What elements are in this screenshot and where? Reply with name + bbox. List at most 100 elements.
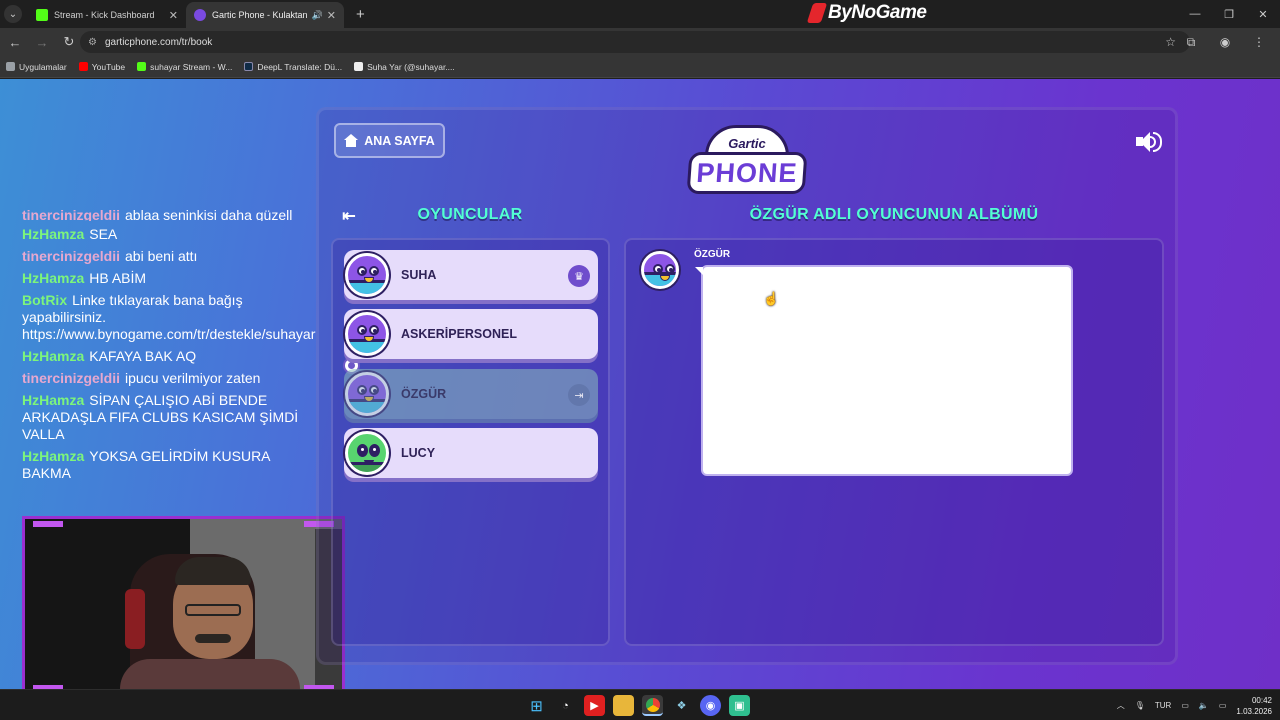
- chair-accent: [125, 589, 145, 649]
- player-name: ASKERİPERSONEL: [401, 327, 517, 341]
- streamer-mustache: [195, 634, 231, 643]
- tab-title: Gartic Phone - Kulaktan Kul: [212, 10, 308, 20]
- close-tab-icon[interactable]: ✕: [327, 9, 336, 22]
- restore-icon[interactable]: ❐: [1212, 0, 1246, 28]
- battery-icon[interactable]: ▭: [1219, 701, 1227, 710]
- player-card-askeripersonel[interactable]: ASKERİPERSONEL: [344, 309, 598, 359]
- kick-icon: [36, 9, 48, 21]
- chat-text: HB ABİM: [89, 270, 147, 286]
- bynogame-logo: ByNoGame: [806, 2, 927, 24]
- clock-date: 1.03.2026: [1236, 706, 1272, 716]
- extensions-icon[interactable]: ⧉: [1174, 28, 1208, 56]
- bookmark-apps[interactable]: Uygulamalar: [6, 62, 67, 72]
- display-icon[interactable]: ▭: [1181, 701, 1189, 710]
- toolbar-actions: ⧉ ◉ ⋮: [1174, 28, 1276, 56]
- hand-cursor-icon: ☝: [763, 291, 780, 306]
- player-card-lucy[interactable]: LUCY: [344, 428, 598, 478]
- chat-username: HzHamza: [22, 448, 85, 464]
- gartic-phone-page: tinercinizgeldii ablaa seninkisi daha güz…: [0, 79, 1280, 689]
- player-name: LUCY: [401, 446, 436, 460]
- close-window-icon[interactable]: ✕: [1246, 0, 1280, 28]
- chat-text: KAFAYA BAK AQ: [89, 348, 197, 364]
- players-title: OYUNCULAR: [417, 206, 523, 223]
- bird-avatar-icon: [345, 312, 389, 356]
- tab-title: Stream - Kick Dashboard: [54, 10, 155, 20]
- tab-kick-dashboard[interactable]: Stream - Kick Dashboard ✕: [28, 2, 186, 28]
- webcam-overlay: [22, 516, 345, 689]
- forward-arrow-icon[interactable]: →: [30, 30, 54, 54]
- player-avatar: [345, 253, 389, 297]
- chat-message: tinercinizgeldii ablaa seninkisi daha güz…: [22, 207, 318, 221]
- player-card-ozgur[interactable]: ÖZGÜR ⇥: [344, 369, 598, 419]
- browser-tab-bar: ⌄ Stream - Kick Dashboard ✕ Gartic Phone…: [0, 0, 1280, 28]
- chat-message: tinercinizgeldii abi beni attı: [22, 248, 318, 265]
- file-explorer-icon[interactable]: [613, 695, 634, 716]
- bookmark-deepl[interactable]: DeepL Translate: Dü...: [244, 62, 342, 72]
- chat-username: tinercinizgeldii: [22, 248, 121, 264]
- tab-gartic-phone[interactable]: Gartic Phone - Kulaktan Kul 🔊 ✕: [186, 2, 344, 28]
- chevron-up-icon[interactable]: ︿: [1117, 700, 1125, 711]
- speaker-icon[interactable]: [1136, 131, 1164, 153]
- bookmark-label: YouTube: [91, 61, 126, 72]
- chat-text: abi beni attı: [125, 248, 198, 264]
- minimize-icon[interactable]: —: [1178, 0, 1212, 28]
- apps-grid-icon: [6, 62, 15, 71]
- streamer-shirt: [120, 659, 300, 689]
- window-controls: — ❐ ✕: [1178, 0, 1280, 28]
- microphone-icon[interactable]: 🎙: [1135, 701, 1145, 710]
- url-field[interactable]: ⚙ garticphone.com/tr/book ☆: [80, 31, 1190, 53]
- chat-message: tinercinizgeldii ipucu verilmiyor zaten: [22, 370, 318, 387]
- chrome-icon[interactable]: [642, 695, 663, 716]
- bot-app-icon[interactable]: ▣: [729, 695, 750, 716]
- windows-start-icon[interactable]: ⊞: [526, 695, 547, 716]
- bookmark-youtube[interactable]: YouTube: [78, 61, 126, 72]
- tiktok-icon: [354, 62, 364, 71]
- gartic-phone-icon: [194, 9, 206, 21]
- album-title: ÖZGÜR ADLI OYUNCUNUN ALBÜMÜ: [749, 206, 1039, 223]
- chat-message: HzHamza HB ABİM: [22, 270, 318, 287]
- player-card-suha[interactable]: SUHA ♛: [344, 250, 598, 300]
- back-arrow-icon[interactable]: ⇤: [338, 207, 360, 225]
- input-language[interactable]: TUR: [1155, 701, 1171, 710]
- crown-icon: ♛: [568, 265, 590, 287]
- album-entry-bubble: [695, 265, 1073, 476]
- chat-username: tinercinizgeldii: [22, 207, 121, 221]
- bird-avatar-icon: [345, 253, 389, 297]
- webcam-frame-top-left: [33, 521, 63, 527]
- bookmark-label: Suha Yar (@suhayar....: [367, 61, 455, 72]
- tab-search-button[interactable]: ⌄: [4, 5, 22, 23]
- bookmark-tiktok[interactable]: Suha Yar (@suhayar....: [354, 62, 455, 72]
- chat-message: HzHamza KAFAYA BAK AQ: [22, 348, 318, 365]
- bookmark-kick[interactable]: suhayar Stream - W...: [137, 62, 232, 72]
- back-arrow-icon[interactable]: ←: [3, 30, 27, 54]
- system-tray: ︿ 🎙 TUR ▭ 🔈 ▭ 00:42 1.03.2026: [1117, 690, 1272, 720]
- chat-text: ablaa seninkisi daha güzell: [125, 207, 293, 221]
- deepl-icon: [244, 62, 254, 71]
- reload-icon[interactable]: ↻: [57, 30, 81, 54]
- audio-playing-icon[interactable]: 🔊: [312, 10, 323, 21]
- close-tab-icon[interactable]: ✕: [169, 9, 178, 22]
- network-app-icon[interactable]: ❖: [671, 695, 692, 716]
- bookmarks-bar: Uygulamalar YouTube suhayar Stream - W..…: [0, 56, 1280, 78]
- home-button-label: ANA SAYFA: [364, 133, 435, 148]
- chat-message: HzHamza SİPAN ÇALIŞIO ABİ BENDE ARKADAŞLA…: [22, 392, 318, 443]
- profile-icon[interactable]: ◉: [1208, 28, 1242, 56]
- url-text: garticphone.com/tr/book: [104, 36, 213, 48]
- discord-icon[interactable]: ◉: [700, 695, 721, 716]
- album-author-avatar: [641, 251, 681, 291]
- site-info-icon[interactable]: ⚙: [88, 37, 97, 48]
- chat-message: BotRix Linke tıklayarak bana bağış yapabi…: [22, 292, 318, 343]
- volume-icon[interactable]: 🔈: [1199, 701, 1209, 710]
- plus-icon[interactable]: +: [356, 6, 365, 23]
- chat-message: HzHamza YOKSA GELİRDİM KUSURA BAKMA: [22, 448, 318, 482]
- home-button[interactable]: ANA SAYFA: [334, 123, 445, 158]
- chat-username: HzHamza: [22, 348, 85, 364]
- youtube-app-icon[interactable]: ▶: [584, 695, 605, 716]
- gauge-app-icon[interactable]: ◔: [555, 695, 576, 716]
- taskbar-clock[interactable]: 00:42 1.03.2026: [1236, 695, 1272, 717]
- chat-username: HzHamza: [22, 392, 85, 408]
- menu-dots-icon[interactable]: ⋮: [1242, 28, 1276, 56]
- chat-username: tinercinizgeldii: [22, 370, 121, 386]
- bird-avatar-icon: [345, 372, 389, 416]
- player-avatar: [345, 372, 389, 416]
